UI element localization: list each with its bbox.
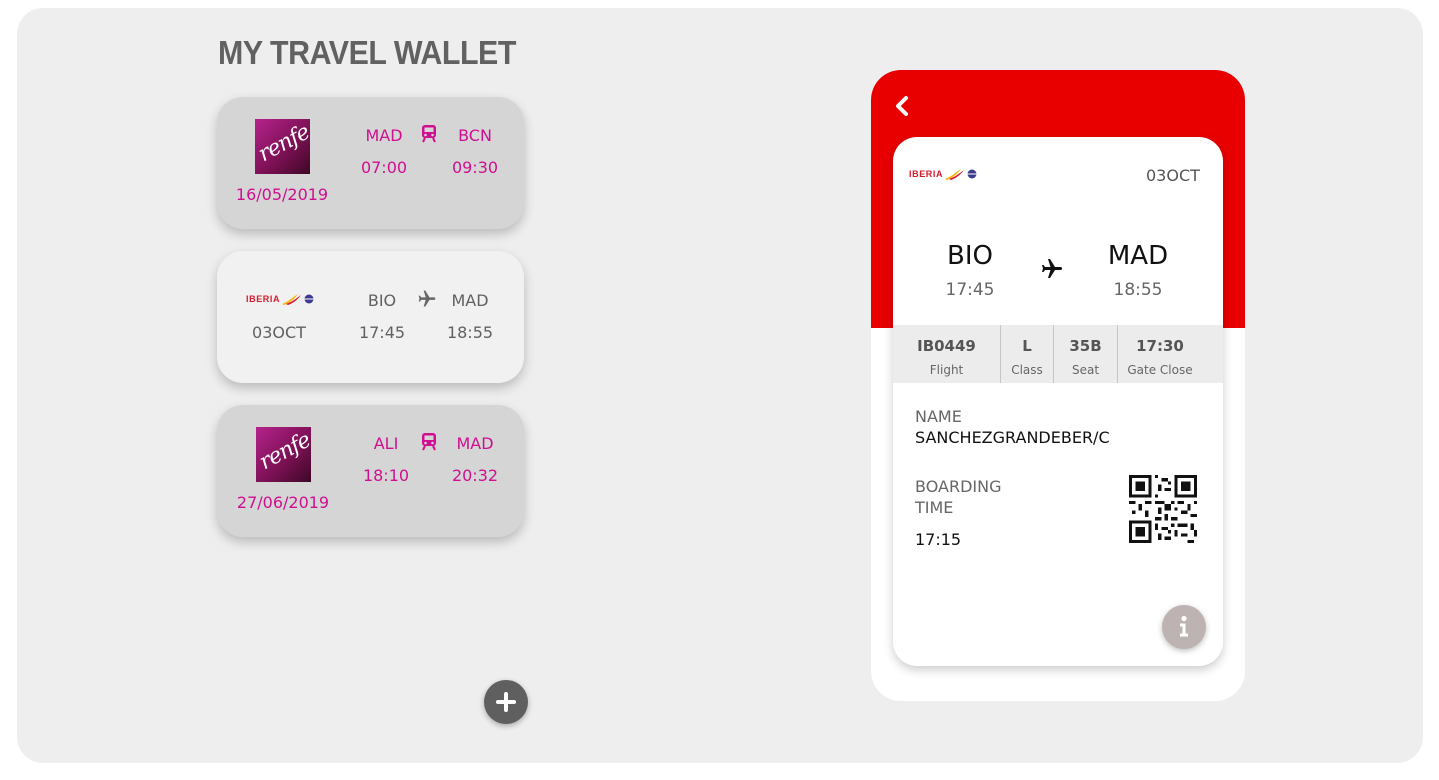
ticket-departure-time: 17:45 [358, 323, 406, 342]
flight-number-cell: IB0449 Flight [893, 325, 1000, 383]
ticket-arrival-time: 20:32 [451, 466, 499, 485]
ticket-arrival-time: 18:55 [446, 323, 494, 342]
boarding-time-label-2: TIME [915, 498, 954, 517]
renfe-logo: renfe [255, 427, 315, 482]
plus-icon [496, 692, 516, 712]
iberia-logo: IBERIA [246, 293, 316, 305]
class-value: L [1022, 337, 1032, 355]
ticket-destination: BCN [458, 126, 492, 145]
ticket-origin: ALI [373, 434, 399, 453]
train-icon [421, 433, 437, 455]
ticket-arrival-time: 09:30 [451, 158, 499, 177]
name-label: NAME [915, 407, 962, 426]
ticket-departure-time: 18:10 [362, 466, 410, 485]
train-icon [421, 125, 437, 147]
ticket-card-flight[interactable]: IBERIA 03OCT BIO MAD 17:45 18:55 [217, 251, 524, 383]
flight-number-label: Flight [929, 363, 964, 377]
boarding-pass-card: IBERIA 03OCT BIO 17:45 MAD 18:55 IB0449 … [893, 137, 1223, 666]
chevron-left-icon [896, 96, 908, 116]
gate-close-label: Gate Close [1127, 363, 1193, 377]
back-button[interactable] [891, 94, 913, 118]
gate-close-cell: 17:30 Gate Close [1118, 325, 1202, 383]
ticket-date: 16/05/2019 [235, 185, 329, 204]
departure-time: 17:45 [945, 280, 995, 300]
seat-value: 35B [1069, 337, 1102, 355]
ticket-departure-time: 07:00 [360, 158, 408, 177]
ticket-origin: MAD [365, 126, 403, 145]
gate-close-value: 17:30 [1136, 337, 1184, 355]
ticket-date: 03OCT [252, 323, 306, 342]
iberia-logo: IBERIA [909, 168, 979, 180]
flight-date: 03OCT [1146, 166, 1200, 185]
flight-number: IB0449 [917, 337, 976, 355]
info-button[interactable] [1162, 605, 1206, 649]
ticket-card-train-1[interactable]: renfe 16/05/2019 MAD BCN 07:00 09:30 [217, 97, 524, 229]
origin-code: BIO [947, 241, 993, 271]
flight-info-strip: IB0449 Flight L Class 35B Seat 17:30 Gat… [893, 325, 1223, 383]
class-cell: L Class [1001, 325, 1053, 383]
ticket-destination: MAD [451, 291, 489, 310]
boarding-time: 17:15 [915, 530, 962, 549]
boarding-pass-detail: IBERIA 03OCT BIO 17:45 MAD 18:55 IB0449 … [871, 70, 1245, 701]
ticket-date: 27/06/2019 [236, 493, 330, 512]
class-label: Class [1011, 363, 1043, 377]
airplane-icon [416, 289, 438, 313]
seat-cell: 35B Seat [1054, 325, 1117, 383]
page-title: MY TRAVEL WALLET [218, 34, 516, 71]
info-icon [1180, 615, 1188, 637]
ticket-origin: BIO [367, 291, 397, 310]
boarding-time-label-1: BOARDING [915, 477, 1002, 496]
seat-label: Seat [1071, 363, 1100, 377]
renfe-logo: renfe [254, 119, 314, 174]
airplane-icon [1040, 257, 1064, 285]
add-ticket-button[interactable] [484, 680, 528, 724]
arrival-time: 18:55 [1113, 280, 1163, 300]
ticket-card-train-2[interactable]: renfe 27/06/2019 ALI MAD 18:10 20:32 [217, 405, 524, 537]
destination-code: MAD [1107, 241, 1169, 271]
passenger-name: SANCHEZGRANDEBER/C [915, 428, 1110, 447]
qr-code-icon [1129, 475, 1197, 543]
ticket-destination: MAD [456, 434, 494, 453]
